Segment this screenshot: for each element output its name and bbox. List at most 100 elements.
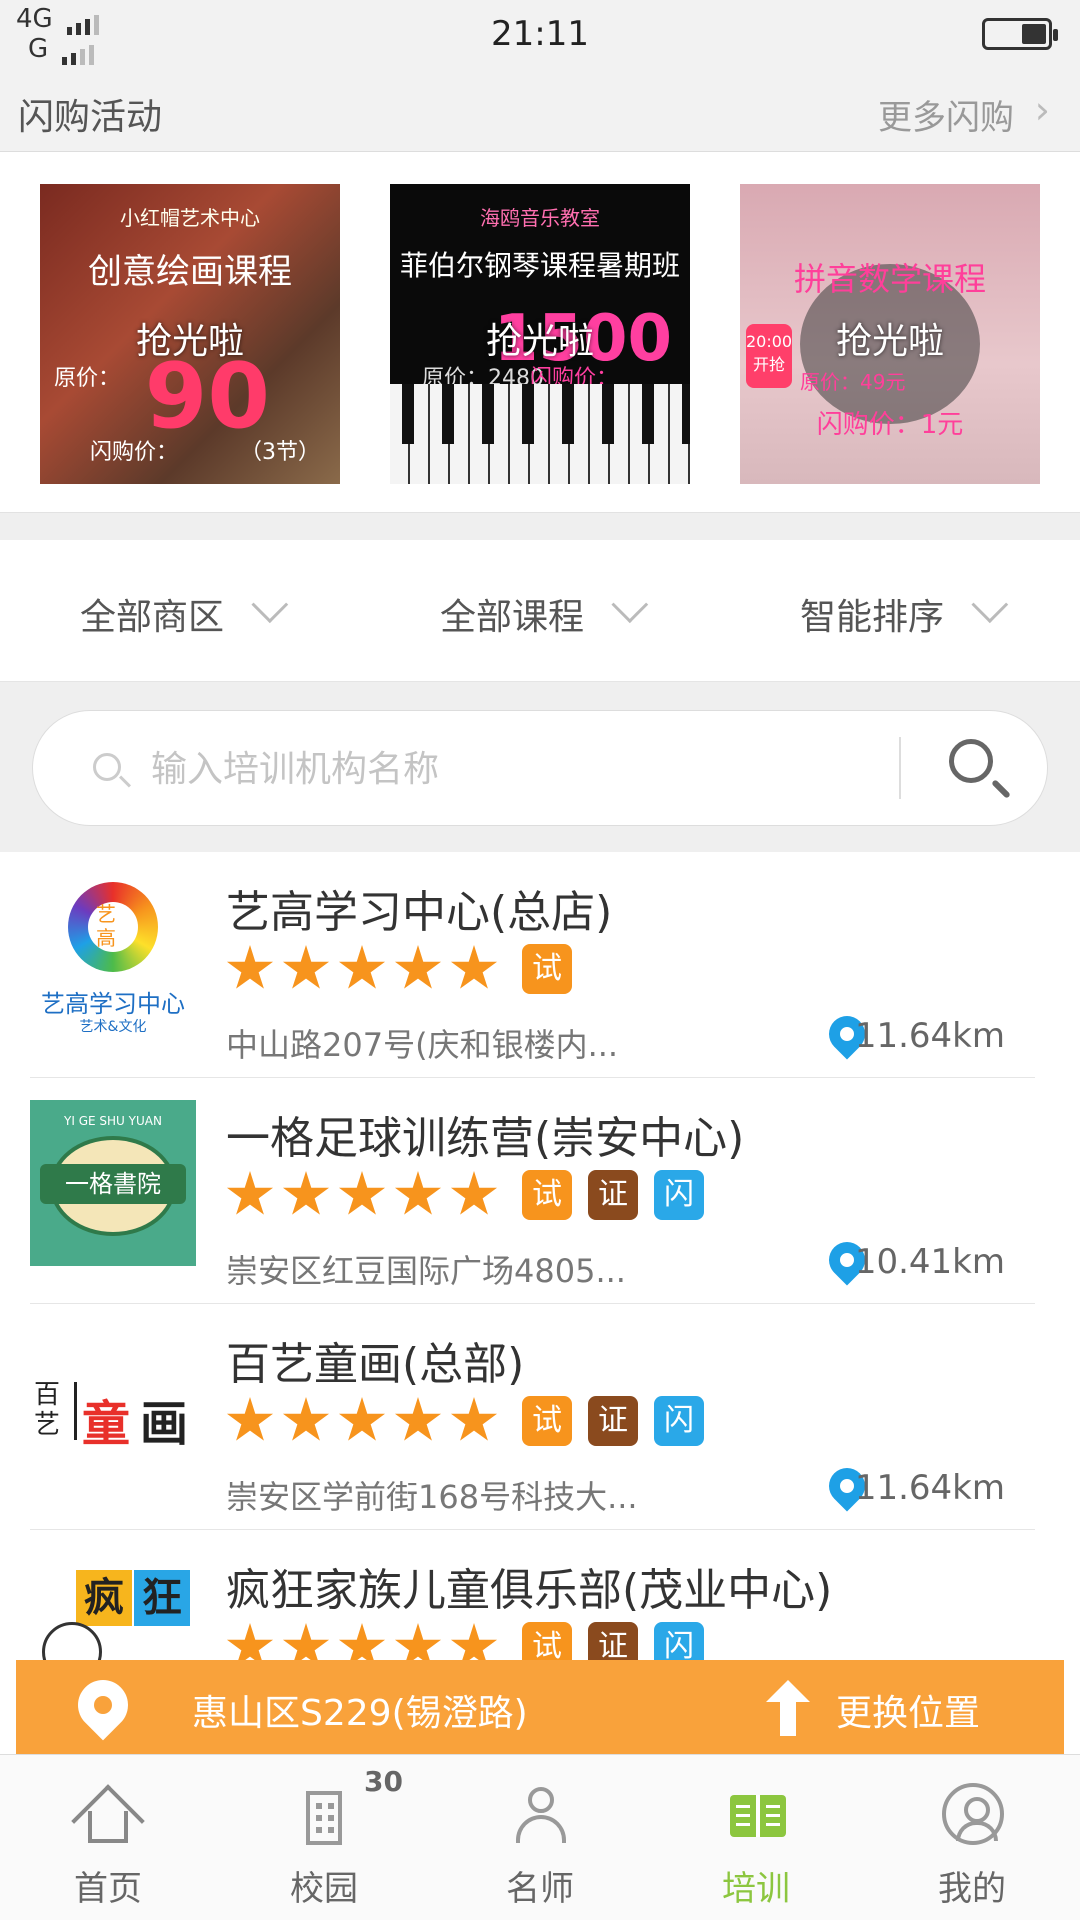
star-icon bbox=[338, 945, 386, 989]
more-flash-sales-link[interactable]: 更多闪购 bbox=[878, 90, 1014, 139]
banner-headline: 创意绘画课程 bbox=[88, 252, 292, 292]
star-icon bbox=[282, 1397, 330, 1441]
star-icon bbox=[394, 1623, 442, 1660]
flash-banner-3[interactable]: 拼音数学课程 20:00 开抢 原价：49元 闪购价：1元 抢光啦 bbox=[740, 184, 1040, 484]
location-bar: 惠山区S229(锡澄路) 更换位置 bbox=[16, 1660, 1064, 1754]
sold-out-label: 抢光啦 bbox=[135, 321, 244, 362]
school-address: 崇安区红豆国际广场4805... bbox=[226, 1252, 626, 1290]
banner-headline: 菲伯尔钢琴课程暑期班 bbox=[399, 249, 680, 282]
smiley-face-icon bbox=[42, 1622, 102, 1660]
tab-training[interactable]: 培训 bbox=[648, 1755, 864, 1921]
profile-icon bbox=[940, 1781, 1004, 1845]
flash-banner-1[interactable]: 小红帽艺术中心 创意绘画课程 原价： 闪购价： 90 （3节） 抢光啦 bbox=[40, 184, 340, 484]
star-icon bbox=[394, 945, 442, 989]
banner-headline: 拼音数学课程 bbox=[793, 260, 986, 298]
flash-tag: 闪 bbox=[654, 1170, 704, 1220]
school-name: 一格足球训练营(崇安中心) bbox=[226, 1113, 745, 1164]
school-name: 疯狂家族儿童俱乐部(茂业中心) bbox=[226, 1565, 833, 1616]
star-icon bbox=[338, 1171, 386, 1215]
campus-badge-count: 30 bbox=[364, 1765, 403, 1798]
filter-sort-dropdown[interactable]: 智能排序 bbox=[800, 586, 1009, 640]
tab-teachers[interactable]: 名师 bbox=[432, 1755, 648, 1921]
star-icon bbox=[394, 1171, 442, 1215]
search-divider bbox=[899, 737, 901, 799]
list-item[interactable]: 艺高 艺高学习中心 艺术&文化 艺高学习中心(总店) 试 中山路207号(庆和银… bbox=[30, 852, 1035, 1078]
school-distance: 10.41km bbox=[854, 1242, 1005, 1282]
search-input[interactable] bbox=[149, 741, 889, 797]
filter-bar: 全部商区 全部课程 智能排序 bbox=[0, 540, 1080, 682]
list-item[interactable]: 疯 狂 疯狂家族儿童俱乐部(茂业中心) 试证闪 bbox=[30, 1530, 1035, 1660]
trial-tag: 试 bbox=[522, 944, 572, 994]
sold-out-label: 抢光啦 bbox=[835, 321, 944, 362]
school-name: 百艺童画(总部) bbox=[226, 1339, 525, 1390]
star-icon bbox=[338, 1397, 386, 1441]
banner-brand: 海鸥音乐教室 bbox=[480, 206, 600, 230]
school-logo: 艺高 艺高学习中心 艺术&文化 bbox=[30, 874, 196, 1040]
tab-label: 我的 bbox=[938, 1869, 1006, 1909]
rating-stars: 试 bbox=[226, 944, 572, 994]
filter-area-dropdown[interactable]: 全部商区 bbox=[80, 586, 289, 640]
turn-arrow-icon[interactable] bbox=[762, 1680, 814, 1736]
search-icon bbox=[93, 753, 121, 781]
school-logo: 疯 狂 bbox=[30, 1552, 196, 1660]
filter-course-dropdown[interactable]: 全部课程 bbox=[440, 586, 649, 640]
tab-label: 校园 bbox=[290, 1869, 358, 1909]
piano-black-keys bbox=[390, 384, 690, 444]
school-list: 艺高 艺高学习中心 艺术&文化 艺高学习中心(总店) 试 中山路207号(庆和银… bbox=[0, 852, 1080, 1660]
section-divider bbox=[0, 512, 1080, 540]
change-location-button[interactable]: 更换位置 bbox=[836, 1684, 980, 1736]
star-icon bbox=[282, 1171, 330, 1215]
school-logo: 百艺 童 画 bbox=[30, 1326, 196, 1492]
chevron-right-icon[interactable]: › bbox=[1035, 88, 1050, 132]
banner-flash-price: 闪购价：1元 bbox=[816, 410, 964, 440]
tab-label: 培训 bbox=[722, 1869, 790, 1909]
school-name: 艺高学习中心(总店) bbox=[226, 887, 613, 938]
logo-caption: 艺高学习中心 bbox=[41, 990, 185, 1018]
chevron-down-icon bbox=[251, 586, 289, 624]
tab-label: 首页 bbox=[74, 1869, 142, 1909]
flash-sale-banners: 小红帽艺术中心 创意绘画课程 原价： 闪购价： 90 （3节） 抢光啦 海鸥音乐… bbox=[0, 152, 1080, 512]
search-box bbox=[32, 710, 1048, 826]
search-button-icon[interactable] bbox=[949, 739, 993, 783]
school-distance: 11.64km bbox=[854, 1468, 1005, 1508]
bottom-tab-bar: 首页 30 校园 名师 培训 我的 bbox=[0, 1754, 1080, 1920]
flash-sale-title: 闪购活动 bbox=[18, 97, 163, 138]
banner-original-price: 原价：49元 bbox=[800, 370, 906, 394]
logo-top-text: YI GE SHU YUAN bbox=[64, 1114, 162, 1128]
tab-campus[interactable]: 30 校园 bbox=[216, 1755, 432, 1921]
tab-label: 名师 bbox=[506, 1869, 574, 1909]
flash-banner-2[interactable]: 海鸥音乐教室 菲伯尔钢琴课程暑期班 原价：2480 闪购价： 1500 抢光啦 bbox=[390, 184, 690, 484]
trial-tag: 试 bbox=[522, 1170, 572, 1220]
trial-tag: 试 bbox=[522, 1396, 572, 1446]
status-bar: 4G G 21:11 bbox=[0, 0, 1080, 70]
clock: 21:11 bbox=[491, 14, 589, 54]
flash-sale-header: 闪购活动 更多闪购 › bbox=[0, 70, 1080, 152]
school-logo: YI GE SHU YUAN 一格書院 bbox=[30, 1100, 196, 1266]
trial-tag: 试 bbox=[522, 1622, 572, 1660]
banner-brand: 小红帽艺术中心 bbox=[120, 206, 260, 230]
star-icon bbox=[226, 1171, 274, 1215]
battery-icon bbox=[982, 18, 1058, 50]
list-item[interactable]: YI GE SHU YUAN 一格書院 一格足球训练营(崇安中心) 试证闪 崇安… bbox=[30, 1078, 1035, 1304]
tab-profile[interactable]: 我的 bbox=[864, 1755, 1080, 1921]
logo-subcaption: 艺术&文化 bbox=[79, 1019, 147, 1035]
star-icon bbox=[226, 945, 274, 989]
chevron-down-icon bbox=[971, 586, 1009, 624]
star-icon bbox=[450, 945, 498, 989]
logo-text-b: 狂 bbox=[134, 1570, 190, 1626]
star-icon bbox=[226, 1397, 274, 1441]
filter-sort-label: 智能排序 bbox=[800, 597, 945, 638]
tab-home[interactable]: 首页 bbox=[0, 1755, 216, 1921]
logo-text-a: 疯 bbox=[76, 1570, 132, 1626]
rating-stars: 试证闪 bbox=[226, 1396, 704, 1446]
school-address: 中山路207号(庆和银楼内... bbox=[226, 1026, 619, 1064]
search-section bbox=[0, 682, 1080, 852]
logo-divider bbox=[74, 1382, 77, 1440]
filter-area-label: 全部商区 bbox=[80, 597, 225, 638]
teacher-icon bbox=[508, 1781, 572, 1845]
school-distance: 11.64km bbox=[854, 1016, 1005, 1056]
filter-course-label: 全部课程 bbox=[440, 597, 585, 638]
sold-out-label: 抢光啦 bbox=[485, 321, 594, 362]
list-item[interactable]: 百艺 童 画 百艺童画(总部) 试证闪 崇安区学前街168号科技大... 11.… bbox=[30, 1304, 1035, 1530]
star-icon bbox=[338, 1623, 386, 1660]
